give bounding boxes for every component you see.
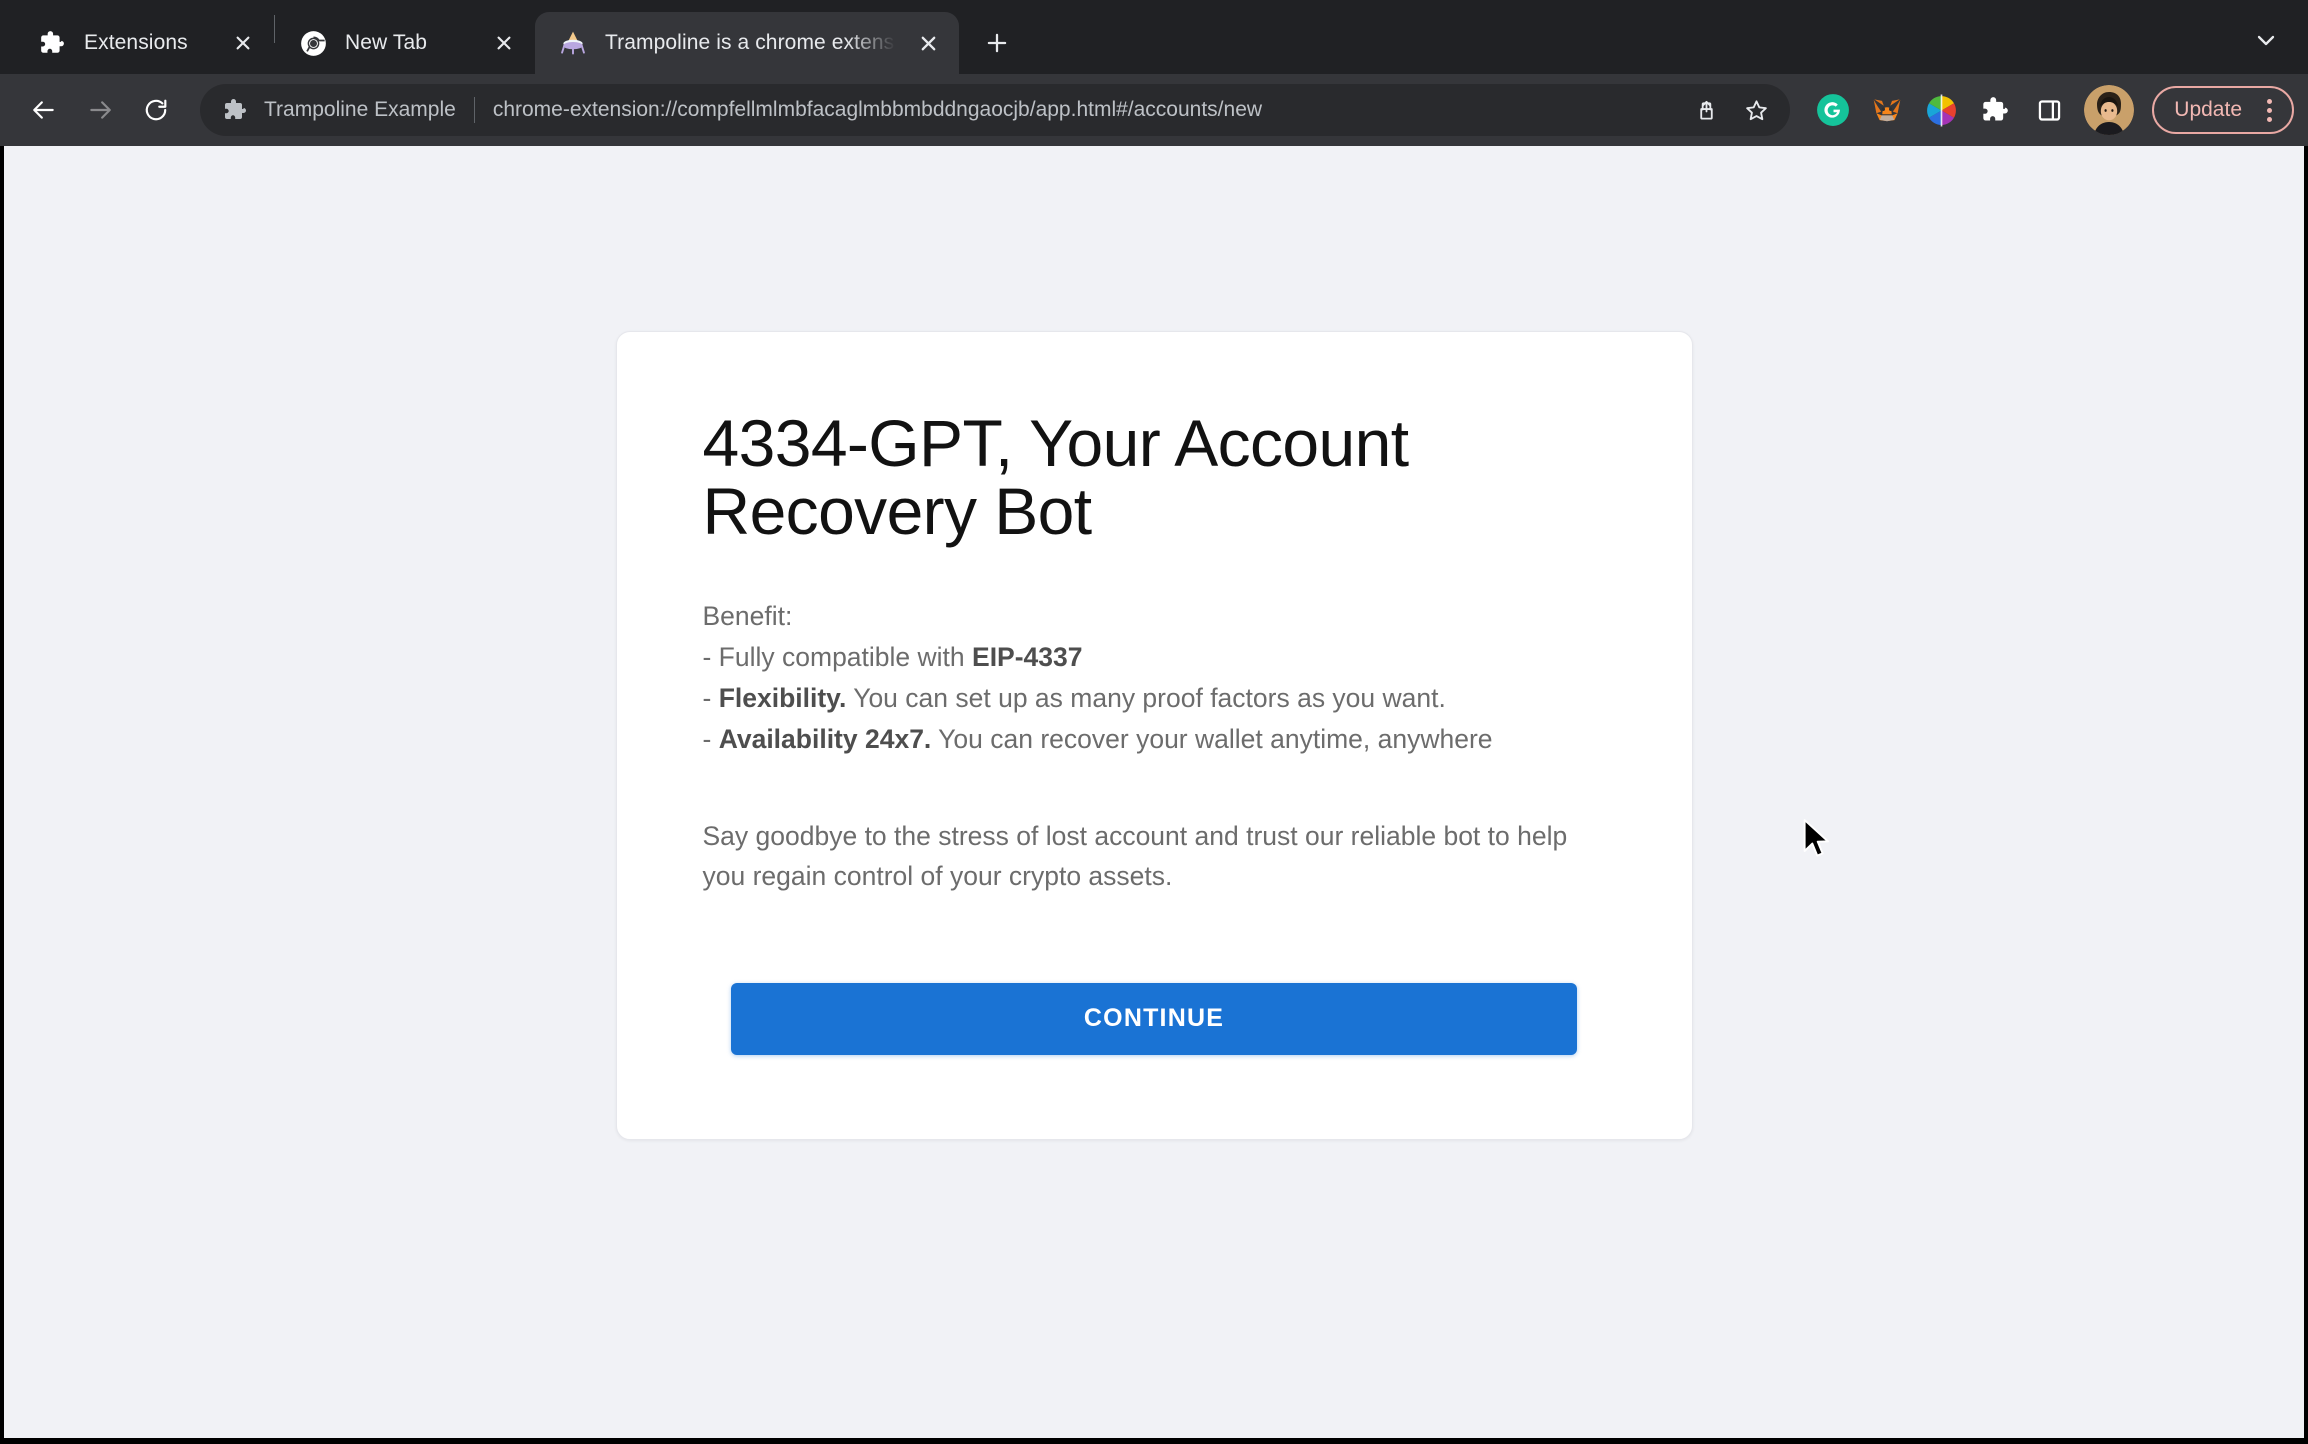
tagline-text: Say goodbye to the stress of lost accoun… — [702, 821, 1568, 892]
forward-arrow-icon[interactable] — [74, 84, 126, 136]
omnibox-actions — [1682, 86, 1786, 134]
browser-toolbar: Trampoline Example chrome-extension://co… — [0, 74, 2308, 146]
benefit-prefix: - Fully compatible with — [702, 642, 973, 672]
page-viewport: 4334-GPT, Your Account Recovery Bot Bene… — [0, 146, 2308, 1444]
tab-trampoline[interactable]: Trampoline is a chrome extensi — [535, 12, 960, 74]
update-button[interactable]: Update — [2152, 86, 2294, 134]
page-content: 4334-GPT, Your Account Recovery Bot Bene… — [4, 146, 2304, 1438]
new-tab-button[interactable] — [973, 19, 1021, 67]
benefit-suffix: You can set up as many proof factors as … — [846, 683, 1446, 714]
benefit-bold: Availability 24x7. — [718, 724, 932, 755]
browser-window: Extensions New Tab Trampoline is a chrom… — [0, 0, 2308, 1444]
omnibox-divider — [473, 97, 475, 123]
benefit-heading: Benefit: — [702, 600, 793, 631]
color-wheel-extension-icon[interactable] — [1916, 85, 1966, 135]
benefit-prefix: - — [702, 683, 719, 714]
tab-title: New Tab — [345, 31, 428, 54]
tab-strip: Extensions New Tab Trampoline is a chrom… — [0, 0, 2308, 74]
extensions-puzzle-icon[interactable] — [1970, 85, 2020, 135]
share-icon[interactable] — [1682, 86, 1730, 134]
benefit-suffix: You can recover your wallet anytime, any… — [931, 724, 1493, 755]
omnibox-site-chip: Trampoline Example — [264, 98, 456, 121]
recovery-bot-card: 4334-GPT, Your Account Recovery Bot Bene… — [615, 331, 1693, 1140]
side-panel-icon[interactable] — [2024, 85, 2074, 135]
metamask-extension-icon[interactable] — [1862, 85, 1912, 135]
continue-button[interactable]: CONTINUE — [731, 982, 1577, 1055]
benefit-bold: Flexibility. — [718, 683, 847, 714]
tab-search-button[interactable] — [2244, 18, 2288, 62]
grammarly-extension-icon[interactable] — [1808, 85, 1858, 135]
trampoline-icon — [559, 29, 587, 57]
benefit-bold: EIP-4337 — [972, 642, 1083, 672]
benefit-item-1: - Fully compatible with EIP-4337 — [703, 637, 1606, 678]
extension-icon-row — [1808, 85, 2074, 135]
puzzle-piece-icon — [222, 97, 248, 123]
close-icon[interactable] — [226, 26, 260, 60]
star-outline-icon[interactable] — [1732, 86, 1780, 134]
close-icon[interactable] — [911, 26, 945, 60]
benefit-item-3: - Availability 24x7. You can recover you… — [703, 719, 1606, 760]
omnibox-url-text: chrome-extension://compfellmlmbfacaglmbb… — [492, 98, 1263, 121]
chrome-icon — [299, 29, 327, 57]
avatar[interactable] — [2084, 85, 2135, 135]
tab-title: Extensions — [84, 31, 188, 54]
address-bar[interactable]: Trampoline Example chrome-extension://co… — [200, 84, 1791, 136]
update-label: Update — [2174, 98, 2242, 121]
benefit-list: Benefit: - Fully compatible with EIP-433… — [703, 596, 1606, 760]
page-title: 4334-GPT, Your Account Recovery Bot — [702, 406, 1410, 548]
tab-title: Trampoline is a chrome extensi — [605, 31, 900, 54]
reload-icon[interactable] — [130, 84, 182, 136]
benefit-item-2: - Flexibility. You can set up as many pr… — [703, 678, 1606, 719]
puzzle-piece-icon — [38, 29, 66, 57]
back-arrow-icon[interactable] — [18, 84, 70, 136]
three-dot-menu-icon[interactable] — [2256, 95, 2282, 125]
tab-extensions[interactable]: Extensions — [14, 12, 274, 74]
tab-new-tab[interactable]: New Tab — [275, 12, 535, 74]
benefit-prefix: - — [702, 724, 719, 755]
close-icon[interactable] — [487, 26, 521, 60]
